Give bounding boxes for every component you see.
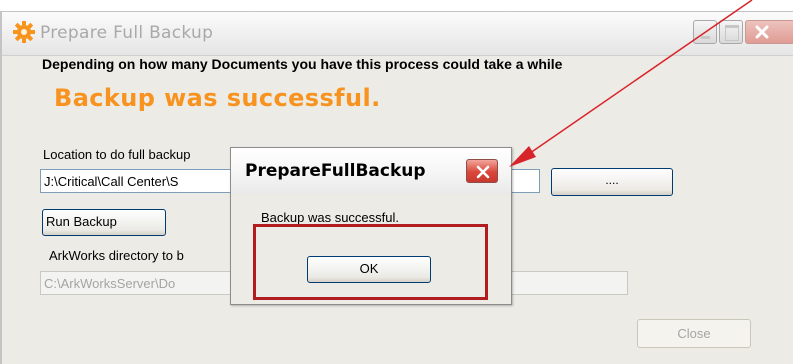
arrow-annotation: [509, 0, 753, 167]
